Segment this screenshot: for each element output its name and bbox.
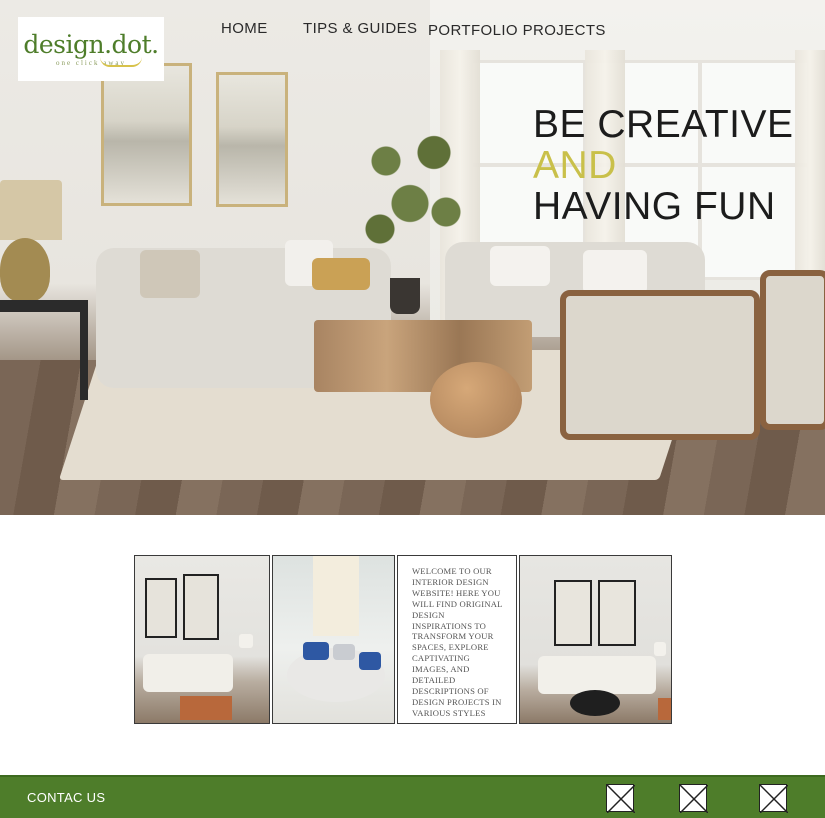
site-footer: CONTAC US — [0, 775, 825, 818]
headline-line-1: BE CREATIVE — [533, 103, 794, 146]
armchair-right — [760, 270, 825, 430]
gallery-image-2[interactable] — [272, 555, 395, 724]
logo-text: design.dot. — [23, 30, 159, 59]
hero-headline: BE CREATIVE AND HAVING FUN — [533, 104, 794, 227]
headline-line-2: AND — [533, 144, 617, 187]
intro-text: WELCOME TO OUR INTERIOR DESIGN WEBSITE! … — [412, 566, 503, 718]
site-logo[interactable]: design.dot. one click away — [18, 17, 164, 81]
intro-text-box: WELCOME TO OUR INTERIOR DESIGN WEBSITE! … — [397, 555, 517, 724]
lamp-shade — [0, 180, 62, 240]
contact-us-link[interactable]: CONTAC US — [27, 790, 105, 805]
broken-image-icon — [760, 785, 788, 813]
plant-pot — [390, 278, 420, 314]
social-link-3[interactable] — [759, 784, 788, 813]
gallery-image-1[interactable] — [134, 555, 270, 724]
nav-home[interactable]: HOME — [221, 20, 268, 37]
broken-image-icon — [680, 785, 708, 813]
broken-image-icon — [607, 785, 635, 813]
headline-line-3: HAVING FUN — [533, 185, 776, 228]
side-table — [0, 300, 88, 400]
pouf — [430, 362, 522, 438]
social-link-2[interactable] — [679, 784, 708, 813]
social-link-1[interactable] — [606, 784, 635, 813]
gallery-image-3[interactable] — [519, 555, 672, 724]
armchair — [560, 290, 760, 440]
plant — [350, 110, 470, 280]
lamp-base — [0, 238, 50, 302]
logo-smile-icon — [100, 57, 142, 67]
wall-art-left — [101, 63, 192, 206]
wall-art-right — [216, 72, 288, 207]
nav-tips-guides[interactable]: TIPS & GUIDES — [303, 20, 417, 37]
nav-portfolio-projects[interactable]: PORTFOLIO PROJECTS — [428, 22, 606, 39]
